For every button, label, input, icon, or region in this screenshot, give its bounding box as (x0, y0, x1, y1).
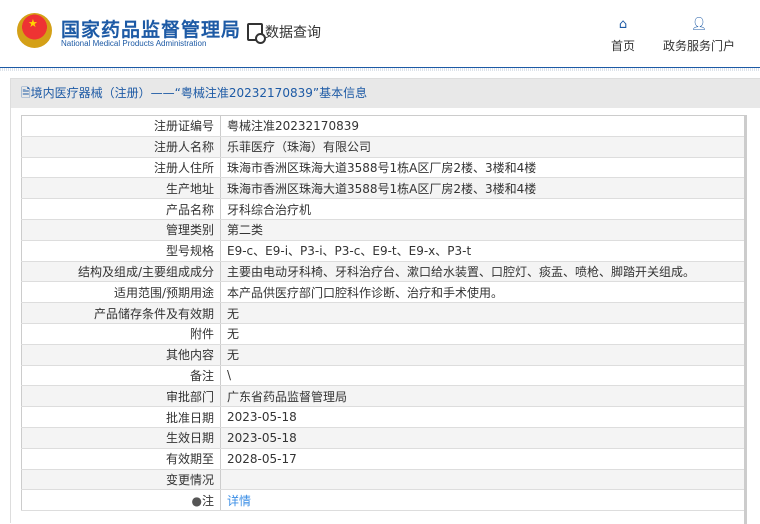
row-value: 广东省药品监督管理局 (220, 385, 745, 408)
table-row: 产品名称 牙科综合治疗机 (21, 198, 745, 220)
row-label: 生效日期 (21, 427, 221, 449)
org-name-cn[interactable]: 国家药品监督管理局 (61, 15, 241, 42)
table-row: 结构及组成/主要组成成分 主要由电动牙科椅、牙科治疗台、漱口给水装置、口腔灯、痰盂… (21, 261, 745, 283)
row-label: 变更情况 (21, 469, 221, 491)
table-row: 生效日期 2023-05-18 (21, 427, 745, 449)
row-label: 型号规格 (21, 240, 221, 262)
lightbulb-icon: ● (191, 493, 202, 508)
row-value: 2023-05-18 (220, 406, 745, 428)
nav-home-label: 首页 (611, 39, 636, 53)
breadcrumb-text: 境内医疗器械（注册）——“粤械注准20232170839”基本信息 (30, 86, 368, 100)
table-row: 批准日期 2023-05-18 (21, 406, 745, 428)
row-label: 审批部门 (21, 385, 221, 408)
row-label: 注册人住所 (21, 157, 221, 179)
nav-home[interactable]: ⌂ 首页 (611, 18, 635, 54)
row-value: 2023-05-18 (220, 427, 745, 449)
document-search-icon (247, 23, 266, 44)
row-label: 注册证编号 (21, 115, 221, 137)
table-row: 型号规格 E9-c、E9-i、P3-i、P3-c、E9-t、E9-x、P3-t (21, 240, 745, 262)
table-row: 备注 \ (21, 365, 745, 387)
document-icon: 🗎︎ (21, 86, 31, 100)
row-value: 粤械注准20232170839 (220, 115, 745, 137)
nav-service-portal[interactable]: 👤︎ 政务服务门户 (663, 18, 735, 54)
scrollbar[interactable] (744, 115, 747, 524)
row-value: 2028-05-17 (220, 448, 745, 470)
row-value: 本产品供医疗部门口腔科作诊断、治疗和手术使用。 (220, 281, 745, 304)
row-value: 第二类 (220, 219, 745, 241)
row-label: 结构及组成/主要组成成分 (21, 261, 221, 283)
table-row: 审批部门 广东省药品监督管理局 (21, 385, 745, 408)
row-value: 牙科综合治疗机 (220, 198, 745, 220)
table-row: 其他内容无 (21, 344, 745, 366)
row-value: \ (220, 365, 745, 387)
row-label: 注册人名称 (21, 136, 221, 158)
table-row: 适用范围/预期用途 本产品供医疗部门口腔科作诊断、治疗和手术使用。 (21, 281, 745, 304)
row-value: 无 (220, 302, 745, 324)
table-row: 附件无 (21, 323, 745, 345)
table-row: 变更情况 (21, 469, 745, 491)
detail-panel: 🗎︎境内医疗器械（注册）——“粤械注准20232170839”基本信息 注册证编… (10, 78, 760, 524)
row-label: 其他内容 (21, 344, 221, 366)
home-icon: ⌂ (618, 17, 628, 32)
row-value: 无 (220, 344, 745, 366)
table-row: 有效期至 2028-05-17 (21, 448, 745, 470)
row-value: 珠海市香洲区珠海大道3588号1栋A区厂房2楼、3楼和4楼 (220, 157, 745, 179)
row-value: 无 (220, 323, 745, 345)
row-label: 适用范围/预期用途 (21, 281, 221, 304)
table-row: 生产地址 珠海市香洲区珠海大道3588号1栋A区厂房2楼、3楼和4楼 (21, 177, 745, 200)
org-name-en[interactable]: National Medical Products Administration (61, 39, 206, 48)
table-row: ●注 详情 (21, 489, 745, 512)
detail-table: 注册证编号 粤械注准20232170839 注册人名称 乐菲医疗（珠海）有限公司 注册人… (21, 115, 745, 512)
row-label: ●注 (21, 489, 221, 512)
user-icon: 👤︎ (690, 17, 708, 32)
nav-portal-label: 政务服务门户 (663, 39, 736, 53)
national-emblem-logo (17, 13, 52, 48)
row-value: 乐菲医疗（珠海）有限公司 (220, 136, 745, 158)
row-label: 备注 (21, 365, 221, 387)
row-label: 批准日期 (21, 406, 221, 428)
table-row: 注册人住所 珠海市香洲区珠海大道3588号1栋A区厂房2楼、3楼和4楼 (21, 157, 745, 179)
row-value (220, 469, 745, 491)
data-query-label: 数据查询 (265, 25, 321, 41)
row-label: 附件 (21, 323, 221, 345)
row-label: 生产地址 (21, 177, 221, 200)
row-value: 珠海市香洲区珠海大道3588号1栋A区厂房2楼、3楼和4楼 (220, 177, 745, 200)
row-label: 产品储存条件及有效期 (21, 302, 221, 324)
row-label: 管理类别 (21, 219, 221, 241)
table-row: 注册证编号 粤械注准20232170839 (21, 115, 745, 137)
table-row: 产品储存条件及有效期无 (21, 302, 745, 324)
row-value: 主要由电动牙科椅、牙科治疗台、漱口给水装置、口腔灯、痰盂、喷枪、脚踏开关组成。 (220, 261, 745, 283)
row-label: 产品名称 (21, 198, 221, 220)
data-query-title[interactable]: 数据查询 (247, 22, 321, 44)
row-value: E9-c、E9-i、P3-i、P3-c、E9-t、E9-x、P3-t (220, 240, 745, 262)
table-row: 注册人名称 乐菲医疗（珠海）有限公司 (21, 136, 745, 158)
row-value[interactable]: 详情 (220, 489, 745, 512)
breadcrumb: 🗎︎境内医疗器械（注册）——“粤械注准20232170839”基本信息 (11, 79, 760, 108)
table-row: 管理类别 第二类 (21, 219, 745, 241)
row-label: 有效期至 (21, 448, 221, 470)
site-header: 国家药品监督管理局 National Medical Products Admi… (0, 0, 760, 71)
